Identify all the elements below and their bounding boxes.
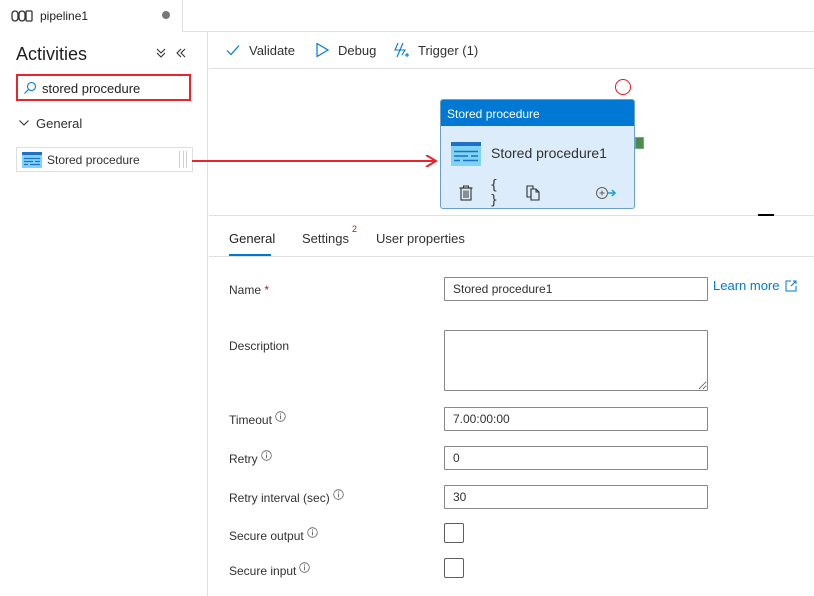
learn-more-label: Learn more (713, 278, 780, 293)
group-general-label: General (36, 115, 83, 131)
node-type-label: Stored procedure (447, 107, 540, 121)
info-icon[interactable] (299, 562, 311, 573)
activity-item-label: Stored procedure (47, 153, 140, 167)
play-icon (316, 42, 330, 58)
secure-input-checkbox[interactable] (444, 558, 464, 578)
debug-label: Debug (338, 42, 377, 58)
debug-button[interactable]: Debug (314, 40, 376, 60)
trigger-icon (394, 42, 409, 58)
search-icon (24, 81, 37, 94)
activity-search-input[interactable] (42, 79, 187, 97)
node-name: Stored procedure1 (491, 145, 607, 161)
retry-interval-label: Retry interval (sec) (229, 489, 344, 505)
description-input[interactable] (444, 330, 708, 391)
activity-node-stored-procedure[interactable]: Stored procedure Stored procedure1 { } (440, 99, 635, 209)
unsaved-indicator[interactable] (162, 11, 170, 19)
retry-input[interactable] (444, 446, 708, 470)
info-icon[interactable] (332, 489, 344, 500)
name-input[interactable] (444, 277, 708, 301)
timeout-input[interactable] (444, 407, 708, 431)
secure-input-label: Secure input (229, 562, 311, 578)
document-tab-strip: pipeline1 (0, 0, 814, 32)
tab-divider (182, 0, 183, 32)
checkmark-icon (226, 45, 240, 56)
group-general-header[interactable]: General (18, 114, 82, 132)
secure-output-label-text: Secure output (229, 529, 304, 543)
info-icon[interactable] (307, 527, 318, 538)
tab-user-properties[interactable]: User properties (376, 231, 465, 246)
required-mark: * (264, 283, 270, 297)
add-output-icon[interactable] (594, 184, 618, 202)
activity-search-box[interactable] (16, 74, 191, 101)
settings-error-badge: 2 (352, 224, 358, 234)
retry-label: Retry (229, 450, 272, 466)
activities-title: Activities (16, 44, 88, 64)
validate-label: Validate (249, 42, 296, 58)
trigger-button[interactable]: Trigger (1) (394, 40, 478, 60)
delete-icon[interactable] (457, 184, 475, 202)
node-actions: { } (441, 178, 634, 208)
timeout-label: Timeout (229, 411, 286, 427)
external-link-icon (785, 280, 797, 291)
tab-settings[interactable]: Settings (302, 231, 349, 246)
activities-panel: Activities General Stored procedure (0, 32, 208, 596)
double-chevron-left-icon[interactable] (174, 46, 188, 60)
chevron-down-icon (19, 120, 29, 126)
pipeline-toolbar: Validate Debug Trigger (1) (209, 32, 814, 69)
copy-icon[interactable] (524, 184, 542, 202)
name-label: Name * (229, 283, 269, 297)
secure-output-checkbox[interactable] (444, 523, 464, 543)
error-indicator-icon[interactable] (615, 79, 631, 95)
name-label-text: Name (229, 283, 262, 297)
pipeline-tab[interactable]: pipeline1 (0, 0, 182, 32)
info-icon[interactable] (275, 411, 286, 422)
stored-procedure-icon (22, 152, 42, 168)
active-tab-indicator (229, 254, 271, 256)
retry-interval-label-text: Retry interval (sec) (229, 491, 330, 505)
tab-general[interactable]: General (229, 231, 275, 246)
pipeline-tab-title: pipeline1 (40, 9, 89, 23)
secure-input-label-text: Secure input (229, 564, 297, 578)
timeout-label-text: Timeout (229, 413, 272, 427)
pipeline-icon (11, 10, 33, 22)
learn-more-link[interactable]: Learn more (713, 278, 797, 293)
activity-item-stored-procedure[interactable]: Stored procedure (16, 147, 193, 172)
retry-interval-input[interactable] (444, 485, 708, 509)
code-icon[interactable]: { } (490, 178, 508, 208)
properties-tabs: General Settings 2 User properties (209, 216, 814, 257)
success-output-port[interactable] (635, 137, 644, 149)
validate-button[interactable]: Validate (225, 40, 295, 60)
description-label: Description (229, 339, 290, 353)
drag-handle-icon[interactable] (179, 151, 187, 168)
retry-label-text: Retry (229, 452, 258, 466)
secure-output-label: Secure output (229, 527, 318, 543)
node-header: Stored procedure (441, 100, 634, 126)
trigger-label: Trigger (1) (418, 42, 479, 58)
stored-procedure-icon (451, 142, 481, 166)
annotation-arrow (192, 155, 438, 167)
double-chevron-down-icon[interactable] (154, 46, 168, 60)
info-icon[interactable] (260, 450, 272, 461)
